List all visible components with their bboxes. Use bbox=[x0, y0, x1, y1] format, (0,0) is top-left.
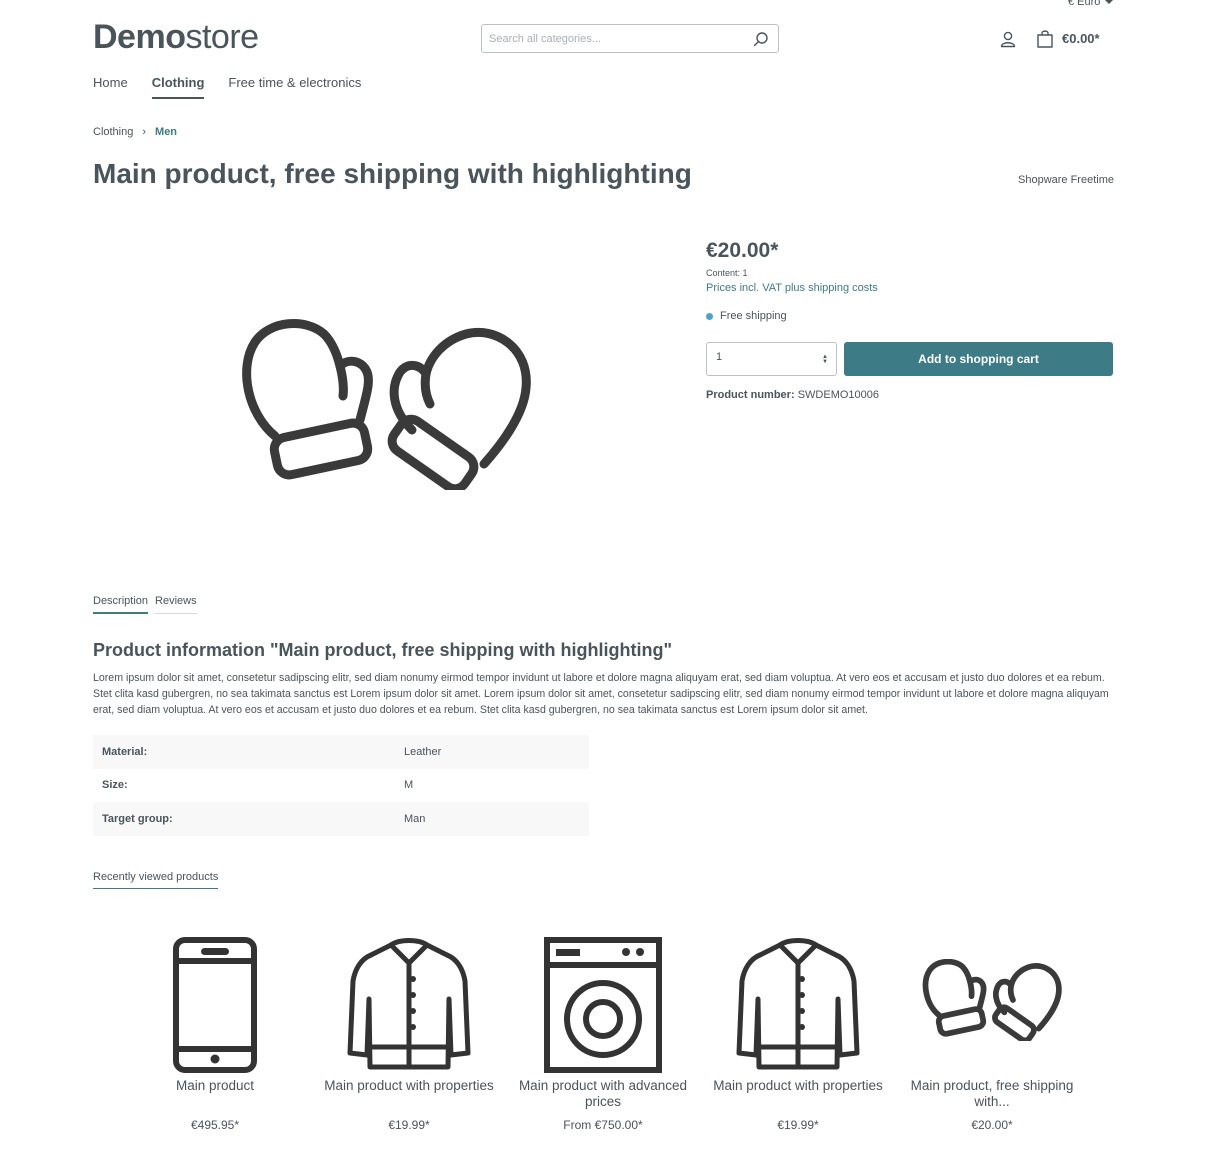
chevron-right-icon: › bbox=[142, 126, 147, 138]
product-content-unit: Content: 1 bbox=[706, 268, 748, 278]
recent-product-card[interactable]: Main product with properties €19.99* bbox=[319, 928, 499, 1132]
select-arrows-icon: ▲ ▼ bbox=[822, 354, 828, 365]
recent-product-name[interactable]: Main product with advanced prices bbox=[513, 1078, 693, 1116]
manufacturer-link[interactable]: Shopware Freetime bbox=[1018, 174, 1114, 186]
recent-product-price: €19.99* bbox=[388, 1118, 430, 1132]
nav-item-free-time-electronics[interactable]: Free time & electronics bbox=[228, 75, 361, 99]
tax-shipping-link[interactable]: Prices incl. VAT plus shipping costs bbox=[706, 282, 878, 294]
recent-product-name[interactable]: Main product, free shipping with... bbox=[902, 1078, 1082, 1116]
recent-product-card[interactable]: Main product €495.95* bbox=[125, 928, 305, 1132]
delivery-info: Free shipping bbox=[706, 310, 787, 322]
breadcrumb-item-men[interactable]: Men bbox=[155, 126, 177, 138]
description-text: Lorem ipsum dolor sit amet, consetetur s… bbox=[93, 672, 1109, 716]
add-to-cart-button[interactable]: Add to shopping cart bbox=[844, 342, 1113, 376]
recent-product-price: €20.00* bbox=[971, 1118, 1013, 1132]
recent-product-price: €19.99* bbox=[777, 1118, 819, 1132]
property-value: Man bbox=[395, 802, 589, 836]
product-detail-tabs: Description Reviews bbox=[93, 595, 204, 614]
product-price: €20.00* bbox=[706, 239, 779, 262]
search-box bbox=[481, 24, 779, 53]
description-heading: Product information "Main product, free … bbox=[93, 640, 673, 660]
product-number: Product number: SWDEMO10006 bbox=[706, 389, 879, 401]
recent-product-name[interactable]: Main product with properties bbox=[319, 1078, 499, 1116]
recent-product-card[interactable]: Main product with properties €19.99* bbox=[708, 928, 888, 1132]
nav-item-home[interactable]: Home bbox=[93, 75, 128, 99]
shirt-icon bbox=[736, 938, 860, 1070]
tab-reviews[interactable]: Reviews bbox=[155, 595, 197, 614]
account-icon[interactable] bbox=[999, 30, 1017, 48]
table-row: Target group: Man bbox=[93, 802, 589, 836]
property-key: Material: bbox=[93, 735, 395, 769]
shirt-icon bbox=[347, 938, 471, 1070]
cart-total[interactable]: €0.00* bbox=[1062, 31, 1100, 46]
tab-description[interactable]: Description bbox=[93, 595, 149, 614]
tab-recently-viewed[interactable]: Recently viewed products bbox=[93, 871, 219, 889]
store-logo[interactable]: Demostore bbox=[93, 18, 259, 57]
cart-icon[interactable] bbox=[1036, 29, 1054, 49]
property-key: Size: bbox=[102, 779, 128, 792]
recent-product-name[interactable]: Main product with properties bbox=[708, 1078, 888, 1116]
property-value: M bbox=[404, 779, 414, 792]
breadcrumb-item-clothing[interactable]: Clothing bbox=[93, 126, 133, 138]
search-input[interactable] bbox=[482, 25, 739, 52]
caret-down-icon bbox=[1105, 0, 1114, 5]
recent-product-card[interactable]: Main product, free shipping with... €20.… bbox=[902, 928, 1082, 1132]
recent-product-name[interactable]: Main product bbox=[125, 1078, 305, 1116]
smartphone-icon bbox=[173, 937, 257, 1073]
shipping-status-dot-icon bbox=[706, 312, 713, 320]
currency-switcher[interactable]: € Euro bbox=[1068, 0, 1114, 8]
product-title: Main product, free shipping with highlig… bbox=[93, 158, 692, 189]
washing-machine-icon bbox=[544, 937, 662, 1073]
mittens-icon bbox=[922, 959, 1062, 1041]
recent-product-card[interactable]: Main product with advanced prices From €… bbox=[513, 928, 693, 1132]
recent-product-price: From €750.00* bbox=[563, 1118, 643, 1132]
table-row: Size: M bbox=[93, 769, 589, 803]
quantity-select[interactable]: 1 ▲ ▼ bbox=[706, 342, 837, 376]
product-image-mittens[interactable] bbox=[240, 318, 532, 490]
recent-product-price: €495.95* bbox=[190, 1118, 240, 1132]
breadcrumb: Clothing › Men bbox=[93, 126, 177, 138]
nav-item-clothing[interactable]: Clothing bbox=[151, 75, 205, 99]
property-value: Leather bbox=[395, 735, 589, 769]
table-row: Material: Leather bbox=[93, 735, 589, 769]
properties-table: Material: Leather Size: M Target group: … bbox=[93, 735, 589, 836]
property-key: Target group: bbox=[93, 802, 395, 836]
main-navigation: Home Clothing Free time & electronics bbox=[93, 75, 385, 99]
search-icon[interactable] bbox=[753, 31, 769, 47]
